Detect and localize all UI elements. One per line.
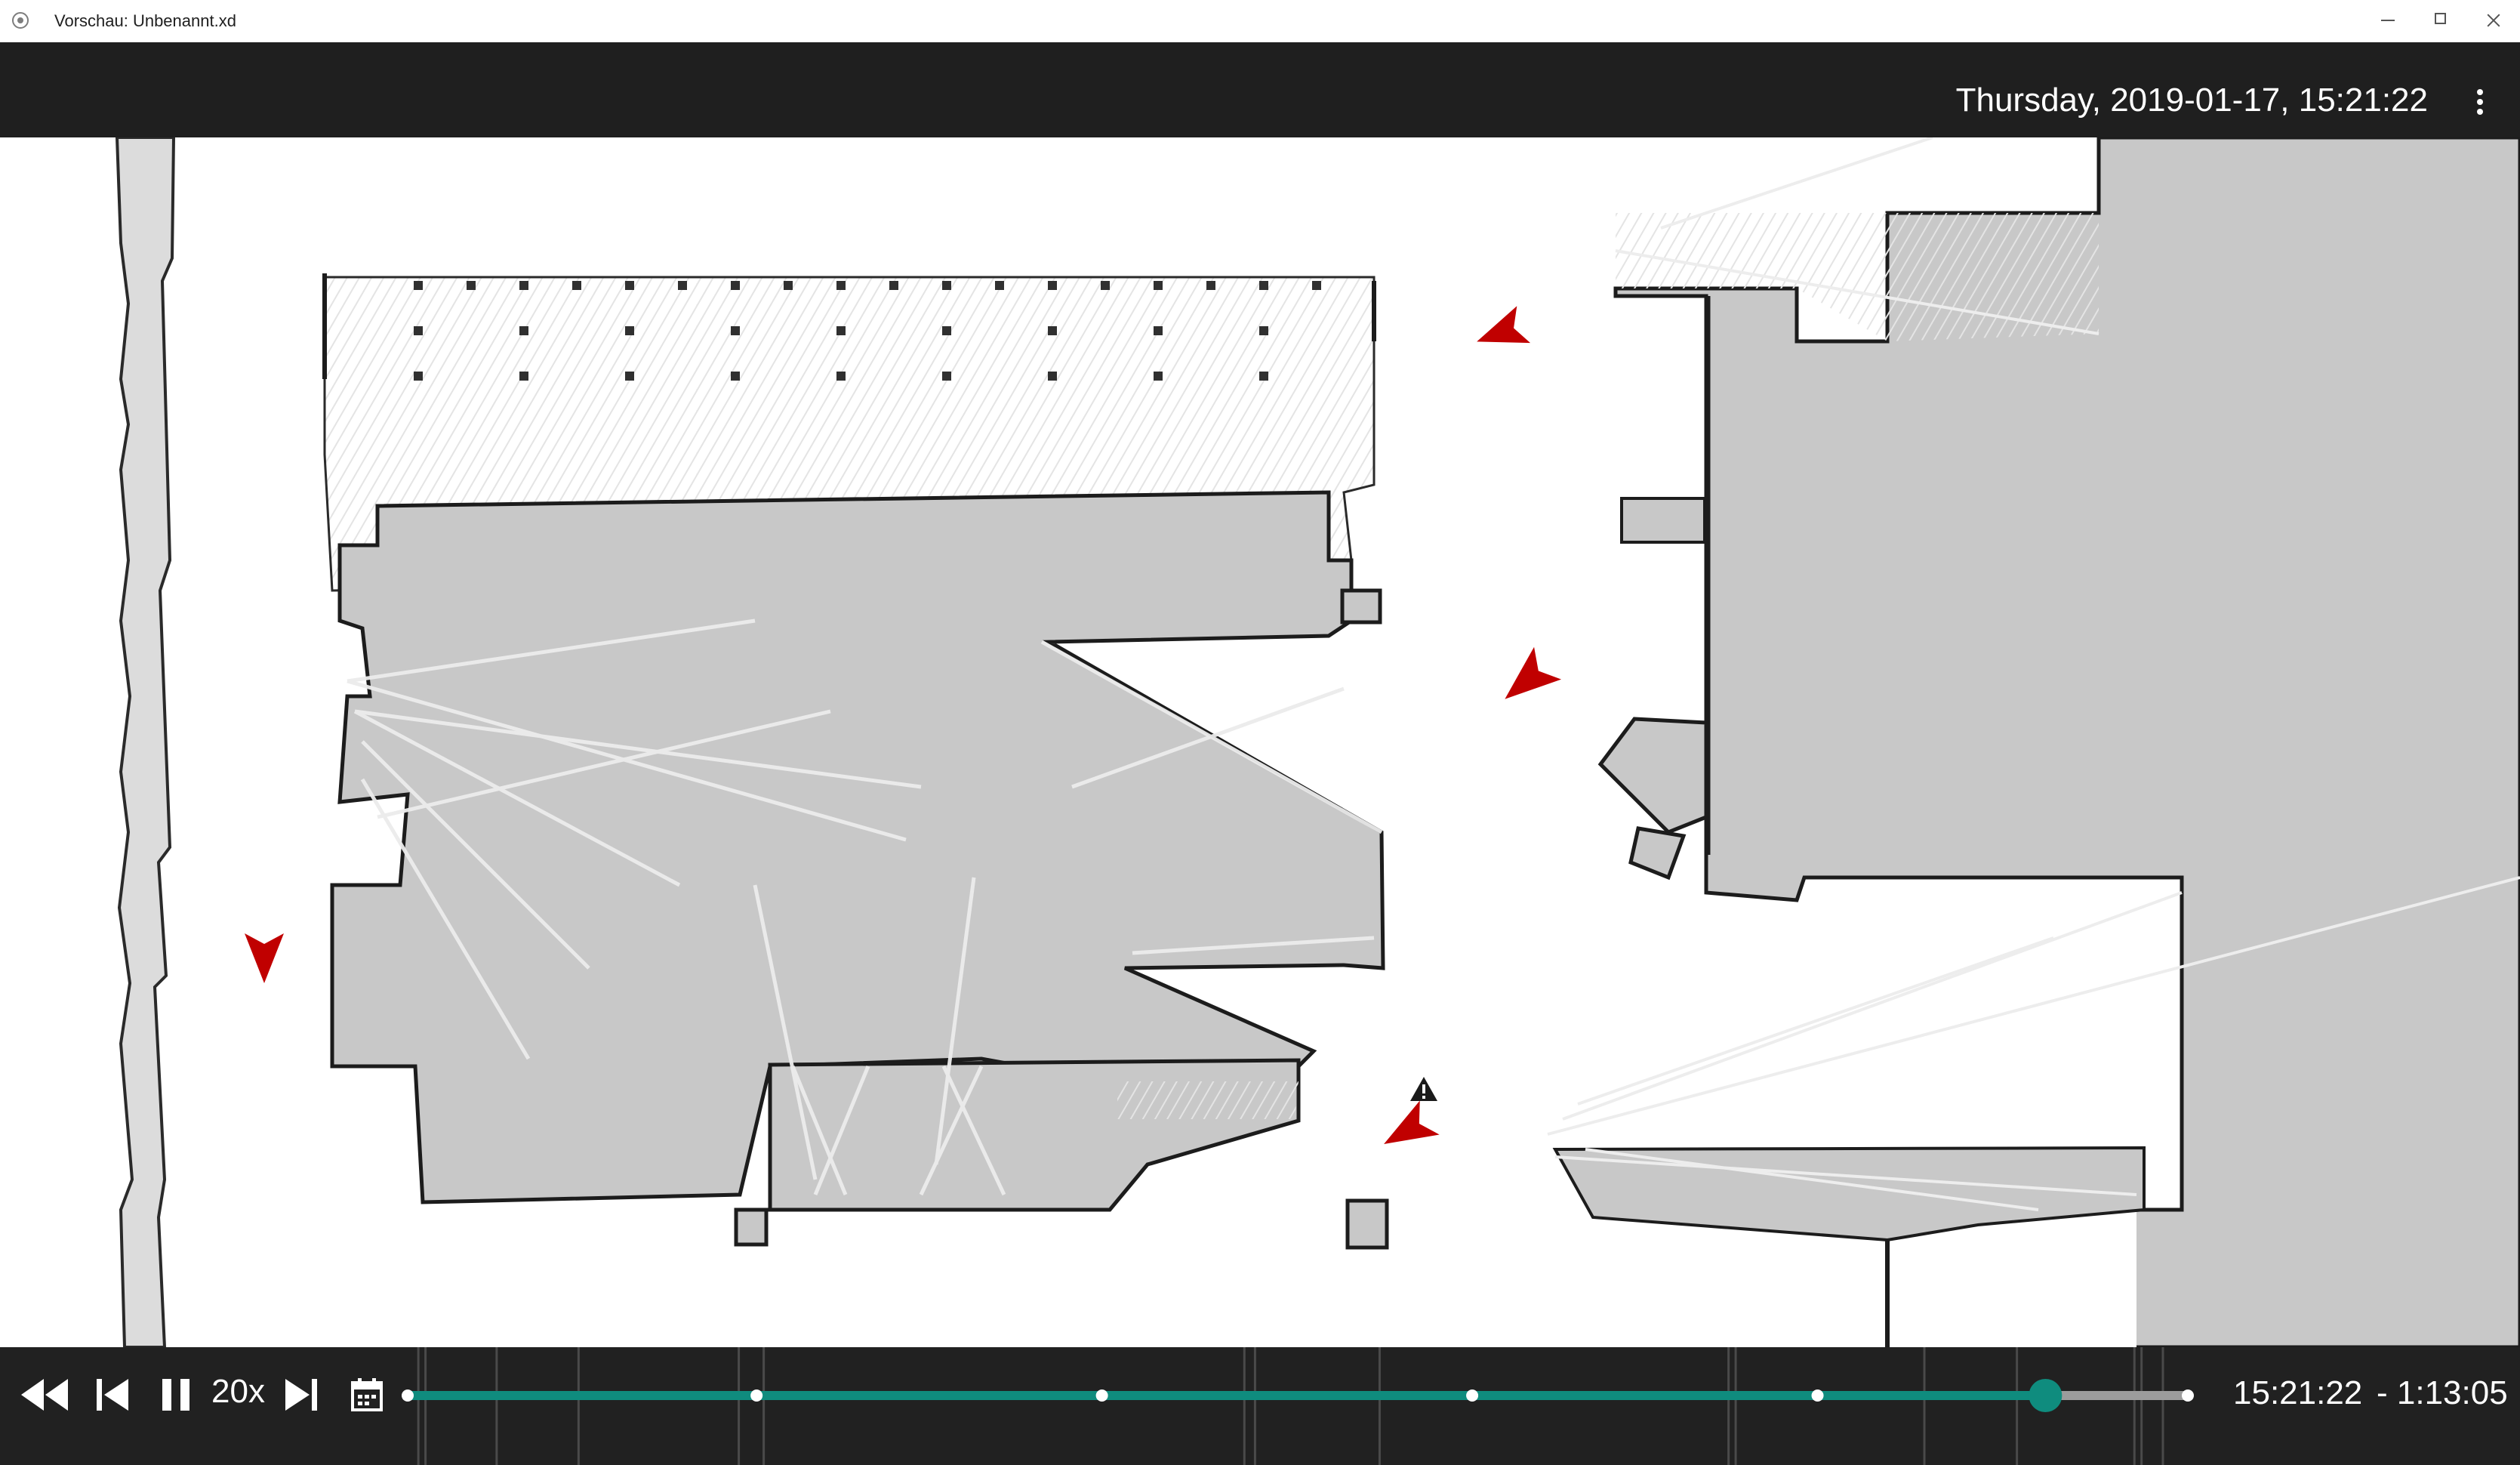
robot-marker[interactable] [1374,1100,1440,1161]
map-canvas [115,135,2520,1349]
remaining-time: - 1:13:05 [2377,1374,2508,1411]
map-obstacle [1345,1198,1389,1250]
robot-marker[interactable] [1491,646,1562,715]
map-obstacle [734,1207,769,1247]
robot-marker[interactable] [1470,306,1531,359]
rewind-icon[interactable] [18,1376,71,1414]
timeline-marker [1811,1389,1824,1402]
skip-next-icon[interactable] [282,1376,320,1414]
map-obstacle [1620,497,1706,544]
map-obstacle [1628,826,1687,881]
playback-speed[interactable]: 20x [211,1373,265,1411]
robot-marker[interactable] [245,933,284,983]
window-titlebar: Vorschau: Unbenannt.xd [0,0,2520,43]
timeline-marker [402,1389,414,1402]
warning-triangle-icon[interactable] [1410,1077,1437,1101]
map-occupied-area [1117,1081,1299,1119]
minimize-button[interactable] [2361,0,2414,41]
window-title: Vorschau: Unbenannt.xd [54,11,236,30]
map-obstacle [1597,717,1708,834]
map-obstacle [1340,588,1382,625]
timeline-marker [750,1389,763,1402]
close-button[interactable] [2467,0,2520,41]
timeline-marker [1095,1389,1108,1402]
skip-previous-icon[interactable] [94,1376,131,1414]
app-icon [12,12,29,29]
map-wall [115,136,176,1349]
current-time: 15:21:22 [2233,1374,2363,1411]
calendar-icon[interactable] [349,1376,385,1414]
timeline-marker [2182,1389,2194,1402]
timeline-slider[interactable] [399,1347,2203,1465]
current-datetime: Thursday, 2019-01-17, 15:21:22 [1955,82,2428,119]
pause-icon[interactable] [159,1376,193,1414]
timeline-track [402,1347,2194,1465]
more-options-icon[interactable] [2469,83,2491,121]
occupancy-map[interactable] [0,135,2520,1349]
timeline-thumb [2029,1379,2063,1412]
maximize-button[interactable] [2414,0,2467,41]
timeline-marker [1466,1389,1479,1402]
